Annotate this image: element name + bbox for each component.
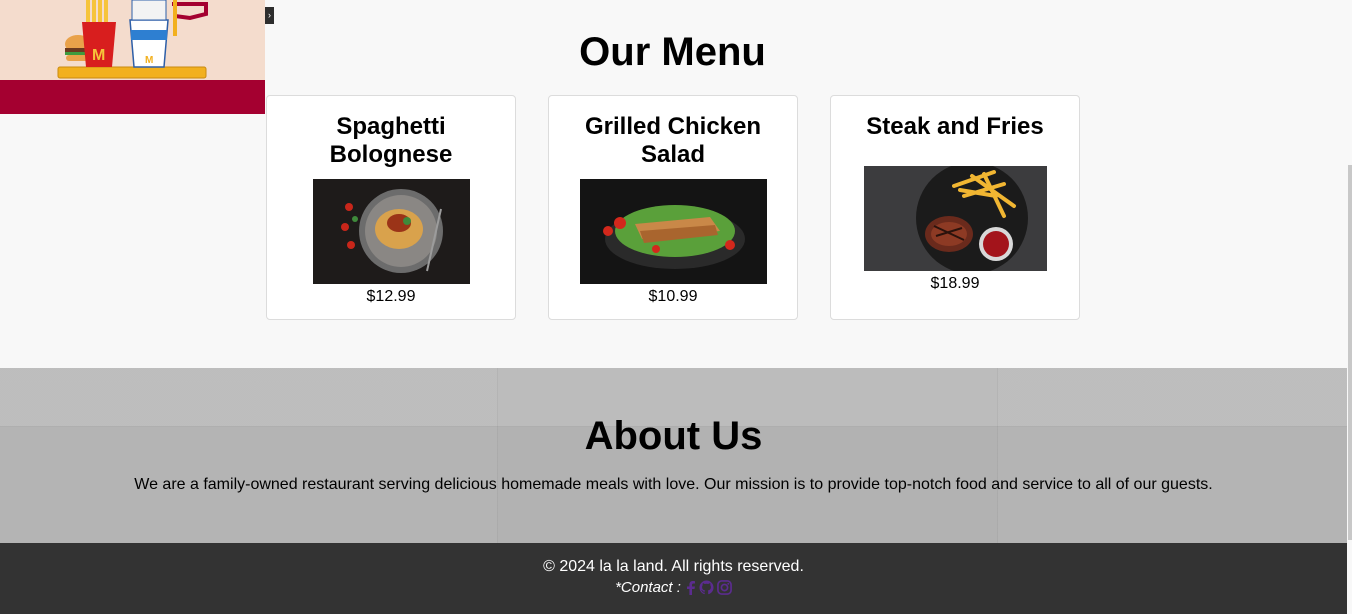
site-footer: © 2024 la la land. All rights reserved. … [0, 543, 1347, 614]
menu-toggle-button[interactable]: › [265, 7, 274, 24]
dish-price: $18.99 [930, 275, 980, 292]
steak-fries-dish-image [863, 166, 1047, 271]
menu-card-spaghetti[interactable]: Spaghetti Bolognese $12.99 [266, 95, 516, 320]
contact-label: *Contact : [615, 579, 681, 596]
menu-card-steak-fries[interactable]: Steak and Fries $18.99 [830, 95, 1080, 320]
dish-name: Steak and Fries [866, 113, 1044, 140]
dish-name: Spaghetti Bolognese [329, 113, 453, 168]
copyright-text: © 2024 la la land. All rights reserved. [543, 558, 804, 575]
dish-name: Grilled Chicken Salad [584, 113, 762, 168]
dish-price: $10.99 [648, 288, 698, 305]
scrollbar-thumb[interactable] [1348, 165, 1352, 540]
dish-price: $12.99 [366, 288, 416, 305]
contact-row: *Contact : [0, 579, 1347, 596]
page-scrollbar[interactable] [1348, 0, 1352, 614]
facebook-icon[interactable] [686, 580, 696, 595]
about-section: About Us We are a family-owned restauran… [0, 368, 1347, 543]
hero-red-band [0, 80, 265, 114]
menu-section-title: Our Menu [579, 30, 766, 74]
chicken-salad-dish-image [579, 179, 767, 284]
spaghetti-dish-image [312, 179, 470, 284]
about-section-title: About Us [584, 414, 763, 458]
about-description: We are a family-owned restaurant serving… [134, 476, 1213, 493]
instagram-icon[interactable] [717, 580, 732, 595]
menu-card-chicken-salad[interactable]: Grilled Chicken Salad $10.99 [548, 95, 798, 320]
social-links [686, 580, 732, 595]
github-icon[interactable] [699, 580, 714, 595]
